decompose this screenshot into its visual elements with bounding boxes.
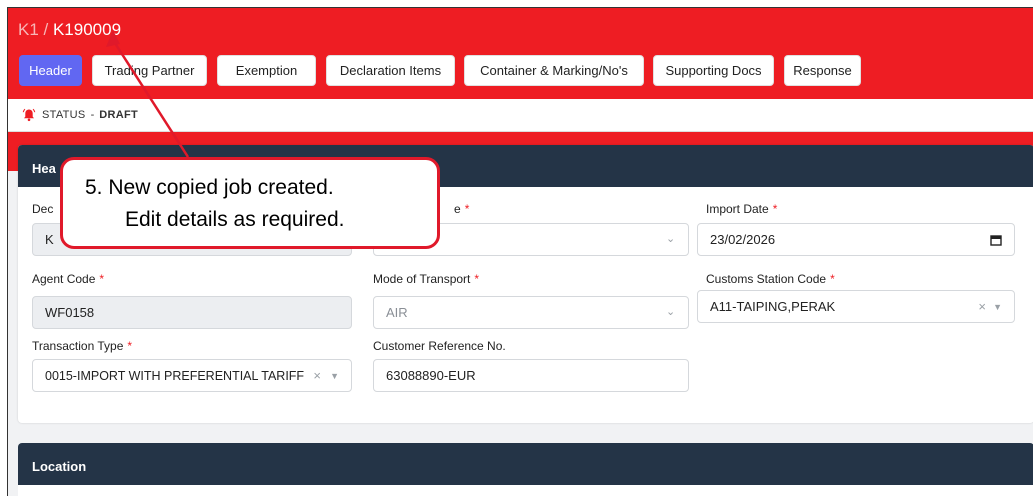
customer-reference-input[interactable]: 63088890-EUR xyxy=(373,359,689,392)
declaration-label: Dec xyxy=(32,202,54,216)
mode-of-transport-select[interactable]: AIR ⌄ xyxy=(373,296,689,329)
status-bar: STATUS - DRAFT xyxy=(8,99,1033,132)
clear-icon[interactable]: × xyxy=(313,368,321,383)
tab-header[interactable]: Header xyxy=(19,55,82,86)
agent-code-field[interactable]: WF0158 xyxy=(32,296,352,329)
tab-container-marking[interactable]: Container & Marking/No's xyxy=(464,55,644,86)
mode-of-transport-label: Mode of Transport * xyxy=(373,272,480,286)
breadcrumb-current: K190009 xyxy=(52,20,122,39)
customer-reference-label: Customer Reference No. xyxy=(373,339,506,353)
calendar-icon[interactable] xyxy=(990,234,1002,246)
tab-declaration-items[interactable]: Declaration Items xyxy=(326,55,455,86)
transaction-type-select[interactable]: 0015-IMPORT WITH PREFERENTIAL TARIFF × ▼ xyxy=(32,359,352,392)
breadcrumb-parent[interactable]: K1 xyxy=(18,20,39,39)
customs-station-code-label: Customs Station Code * xyxy=(706,272,835,286)
transaction-type-label: Transaction Type * xyxy=(32,339,133,353)
import-date-input[interactable]: 23/02/2026 xyxy=(697,223,1015,256)
chevron-down-icon: ⌄ xyxy=(666,306,676,318)
annotation-callout: 5. New copied job created. Edit details … xyxy=(60,157,440,249)
clear-icon[interactable]: × xyxy=(978,299,986,314)
location-card: Location xyxy=(18,443,1033,496)
caret-down-icon: ▼ xyxy=(993,302,1002,312)
status-label: STATUS xyxy=(42,109,86,121)
breadcrumb: K1 / K190009 xyxy=(18,20,121,40)
header-card-title: Hea xyxy=(32,161,56,176)
caret-down-icon: ▼ xyxy=(330,371,339,381)
status-badge: DRAFT xyxy=(99,109,139,121)
status-separator: - xyxy=(90,109,95,121)
tab-trading-partner[interactable]: Trading Partner xyxy=(92,55,207,86)
alarm-bell-icon xyxy=(22,108,36,122)
type-label: e * xyxy=(454,202,470,216)
chevron-down-icon: ⌄ xyxy=(666,233,676,245)
tab-exemption[interactable]: Exemption xyxy=(217,55,316,86)
tab-supporting-docs[interactable]: Supporting Docs xyxy=(653,55,774,86)
annotation-line-1: 5. New copied job created. xyxy=(85,176,334,199)
location-card-title: Location xyxy=(32,459,87,474)
import-date-label: Import Date * xyxy=(706,202,778,216)
agent-code-label: Agent Code * xyxy=(32,272,105,286)
customs-station-code-select[interactable]: A11-TAIPING,PERAK × ▼ xyxy=(697,290,1015,323)
app-screen: K1 / K190009 Header Trading Partner Exem… xyxy=(7,7,1033,496)
tab-response[interactable]: Response xyxy=(784,55,861,86)
breadcrumb-separator: / xyxy=(38,20,53,39)
location-card-title-bar: Location xyxy=(18,443,1033,485)
annotation-line-2: Edit details as required. xyxy=(125,208,345,231)
